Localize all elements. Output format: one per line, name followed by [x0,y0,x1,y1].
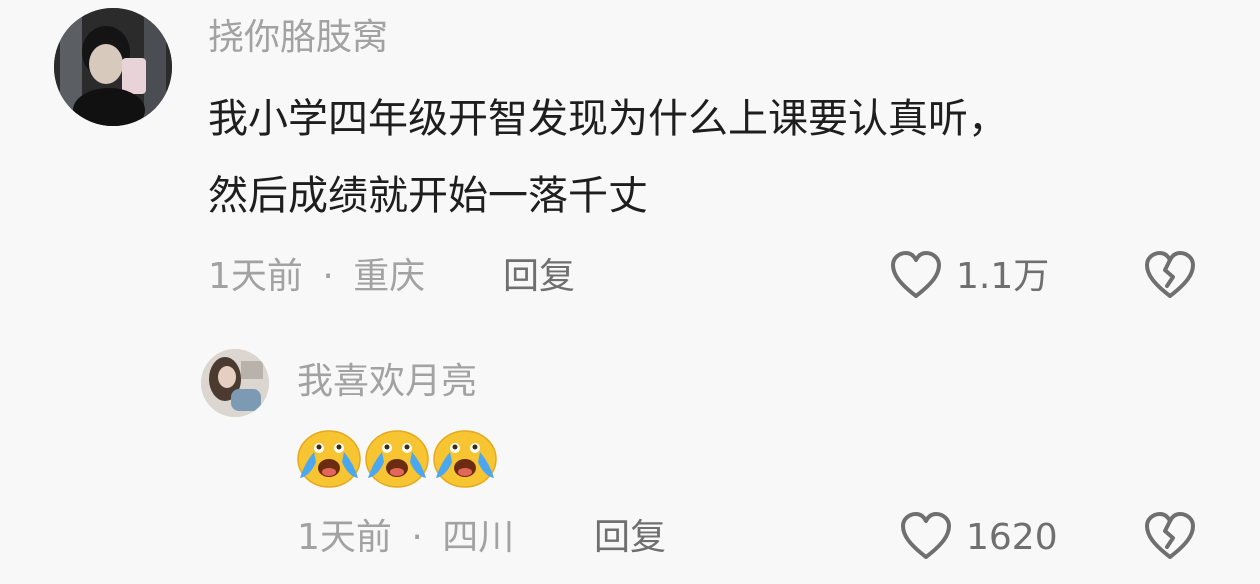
replier-avatar[interactable] [201,349,269,417]
replier-username[interactable]: 我喜欢月亮 [297,360,477,404]
comment-text-line-1: 我小学四年级开智发现为什么上课要认真听， [208,96,1008,142]
avatar-photo [201,349,269,417]
commenter-avatar[interactable] [54,8,172,126]
reply-emoji-row [296,428,498,488]
meta-separator: · [322,256,334,297]
heart-outline-icon [891,251,941,298]
reply-like-button[interactable] [899,511,953,563]
comment-like-button[interactable] [889,250,943,302]
avatar-photo [54,8,172,126]
reply-dislike-button[interactable] [1143,511,1197,563]
comment-time: 1天前 [208,256,303,297]
comment-meta: 1天前 · 重庆 [208,255,425,299]
comment-text-line-2: 然后成绩就开始一落千丈 [208,173,648,219]
broken-heart-icon [1145,512,1195,559]
comment-location: 重庆 [353,256,426,297]
commenter-username[interactable]: 挠你胳肢窝 [208,16,388,60]
reply-location: 四川 [442,517,515,558]
comment-dislike-button[interactable] [1143,250,1197,302]
reply-time: 1天前 [297,517,392,558]
broken-heart-icon [1145,251,1195,298]
reply-meta: 1天前 · 四川 [297,516,514,560]
cry-laugh-emoji [365,430,429,488]
comment-like-count: 1.1万 [956,256,1050,297]
heart-outline-icon [901,512,951,559]
meta-separator: · [411,517,423,558]
cry-laugh-emoji [433,430,497,488]
comment-reply-button[interactable]: 回复 [503,255,575,299]
reply-like-count: 1620 [966,517,1058,558]
cry-laugh-emoji [297,430,361,488]
reply-reply-button[interactable]: 回复 [594,516,666,560]
